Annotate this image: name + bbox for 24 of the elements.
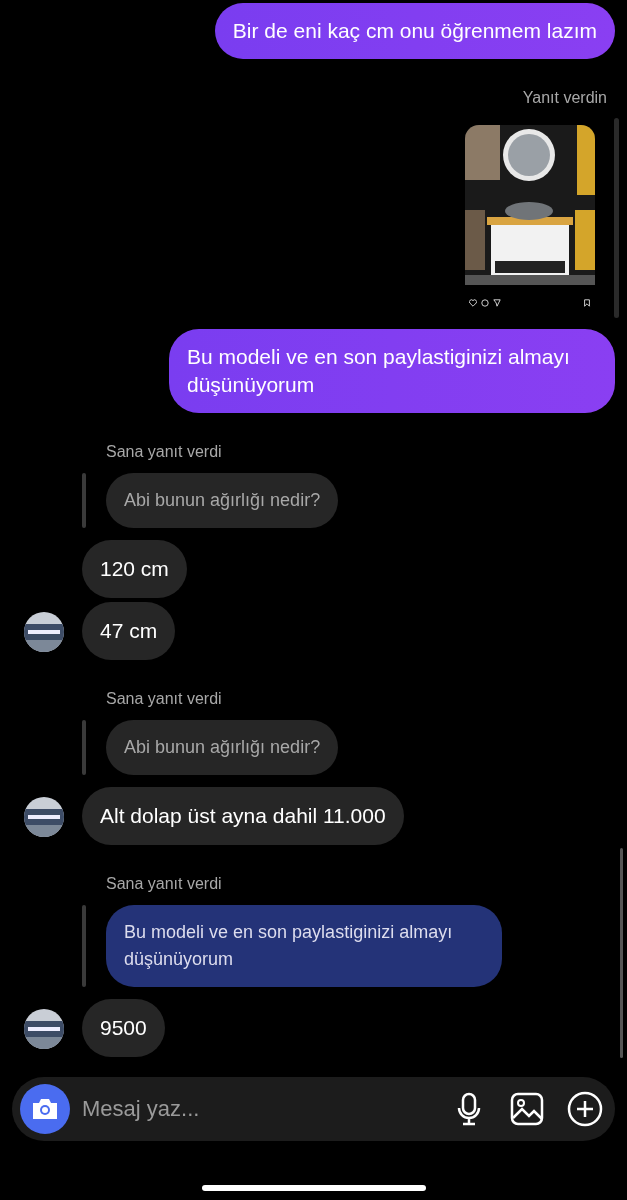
image-icon — [510, 1092, 544, 1126]
gallery-button[interactable] — [509, 1091, 545, 1127]
add-button[interactable] — [567, 1091, 603, 1127]
message-input[interactable]: Mesaj yaz... — [12, 1077, 615, 1141]
comment-icon[interactable] — [481, 299, 489, 307]
camera-icon — [31, 1097, 59, 1121]
heart-icon[interactable] — [469, 299, 477, 307]
plus-icon — [567, 1091, 603, 1127]
quoted-message[interactable]: Abi bunun ağırlığı nedir? — [106, 473, 339, 528]
sent-message: Bir de eni kaç cm onu öğrenmem lazım — [214, 3, 615, 59]
reply-label: Sana yanıt verdi — [106, 443, 222, 461]
reply-label: Sana yanıt verdi — [106, 690, 222, 708]
reply-label: Yanıt verdin — [522, 89, 607, 107]
bookmark-icon[interactable] — [583, 299, 591, 307]
sent-message: Bu modeli ve en son paylastiginizi almayı düşünüyorum — [169, 329, 615, 413]
received-message: 120 cm — [82, 540, 187, 598]
received-message: 47 cm — [82, 602, 176, 660]
reply-label: Sana yanıt verdi — [106, 875, 222, 893]
quoted-message[interactable]: Abi bunun ağırlığı nedir? — [106, 720, 339, 775]
received-message: Alt dolap üst ayna dahil 11.000 — [82, 787, 404, 845]
received-message: 9500 — [82, 999, 165, 1057]
quoted-message[interactable]: Bu modeli ve en son paylastiginizi almayı düşünüyorum — [106, 905, 502, 987]
microphone-icon — [456, 1092, 482, 1126]
send-icon[interactable] — [493, 299, 501, 307]
